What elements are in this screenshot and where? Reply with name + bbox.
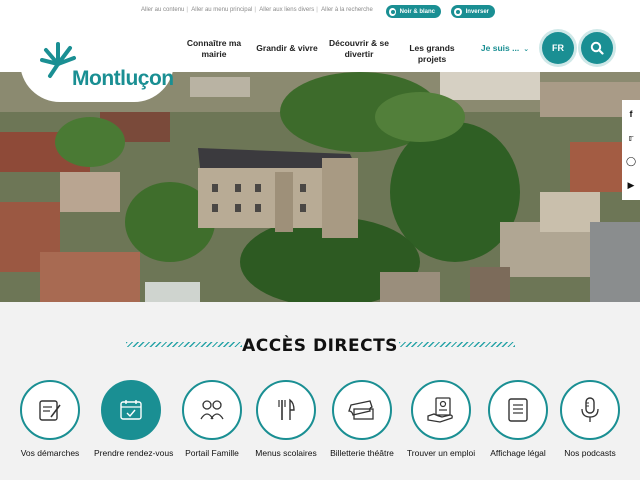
nav-decouvrir-divertir[interactable]: Découvrir & se divertir — [327, 38, 391, 60]
acces-directs-title: ACCÈS DIRECTS — [0, 336, 640, 356]
acces-label: Billetterie théâtre — [330, 448, 394, 458]
acces-icon-ring — [332, 380, 392, 440]
acces-label: Vos démarches — [20, 448, 80, 458]
acces-vos-demarches[interactable]: Vos démarches — [13, 380, 87, 458]
search-icon — [590, 41, 604, 55]
acces-label: Trouver un emploi — [406, 448, 476, 458]
acces-icon-ring — [256, 380, 316, 440]
nav-je-suis[interactable]: Je suis ... ⌄ — [479, 43, 531, 55]
twitter-icon[interactable]: 𝕣 — [629, 133, 634, 143]
form-pencil-icon — [39, 400, 61, 421]
calendar-check-icon — [120, 400, 142, 420]
microphone-icon — [581, 397, 599, 422]
social-links: f 𝕣 ◯ ▶ — [622, 100, 640, 200]
acces-label: Portail Famille — [185, 448, 239, 458]
skip-links: Aller au contenu | Aller au menu principa… — [141, 7, 373, 13]
acces-prendre-rendez-vous[interactable]: Prendre rendez-vous — [94, 380, 174, 458]
site-logo[interactable]: Montluçon — [20, 14, 174, 102]
acces-label: Prendre rendez-vous — [94, 448, 174, 458]
nav-je-suis-label: Je suis ... — [480, 43, 520, 53]
instagram-icon[interactable]: ◯ — [626, 157, 636, 166]
acces-icon-ring — [560, 380, 620, 440]
acces-label: Affichage légal — [490, 448, 546, 458]
black-white-label: Noir & blanc — [399, 8, 435, 15]
black-white-toggle[interactable]: Noir & blanc — [386, 5, 441, 18]
moon-icon — [454, 7, 462, 16]
facebook-icon[interactable]: f — [630, 110, 633, 119]
nav-connaitre-mairie[interactable]: Connaître ma mairie — [183, 38, 245, 60]
acces-icon-ring — [101, 380, 161, 440]
acces-trouver-emploi[interactable]: Trouver un emploi — [404, 380, 478, 458]
invert-label: Inverser — [465, 8, 489, 15]
acces-affichage-legal[interactable]: Affichage légal — [481, 380, 555, 458]
contrast-icon — [389, 7, 396, 16]
acces-icon-ring — [20, 380, 80, 440]
nav-grandir-vivre[interactable]: Grandir & vivre — [252, 43, 322, 54]
family-icon — [200, 400, 224, 420]
acces-icon-ring — [488, 380, 548, 440]
acces-directs-heading: ACCÈS DIRECTS — [242, 336, 398, 356]
language-label: FR — [552, 43, 564, 53]
skip-link-search[interactable]: Aller à la recherche — [321, 7, 373, 13]
acces-icon-ring — [182, 380, 242, 440]
chevron-down-icon: ⌄ — [523, 46, 530, 53]
skip-link-content[interactable]: Aller au contenu — [141, 7, 184, 13]
job-offer-icon — [427, 397, 453, 423]
nav-grands-projets[interactable]: Les grands projets — [394, 43, 470, 65]
ticket-icon — [348, 400, 374, 420]
fork-knife-icon — [278, 398, 295, 420]
acces-nos-podcasts[interactable]: Nos podcasts — [553, 380, 627, 458]
acces-billetterie-theatre[interactable]: Billetterie théâtre — [325, 380, 399, 458]
invert-toggle[interactable]: Inverser — [451, 5, 495, 18]
acces-icon-ring — [411, 380, 471, 440]
skip-link-misc[interactable]: Aller aux liens divers — [259, 7, 314, 13]
logo-text: Montluçon — [72, 67, 174, 90]
document-icon — [508, 398, 528, 422]
acces-label: Menus scolaires — [255, 448, 317, 458]
language-button[interactable]: FR — [542, 32, 574, 64]
skip-link-menu[interactable]: Aller au menu principal — [191, 7, 252, 13]
acces-portail-famille[interactable]: Portail Famille — [175, 380, 249, 458]
acces-menus-scolaires[interactable]: Menus scolaires — [249, 380, 323, 458]
youtube-icon[interactable]: ▶ — [628, 180, 635, 190]
search-button[interactable] — [581, 32, 613, 64]
hero-banner — [0, 72, 640, 302]
hero-aerial-image — [0, 72, 640, 302]
acces-label: Nos podcasts — [564, 448, 616, 458]
